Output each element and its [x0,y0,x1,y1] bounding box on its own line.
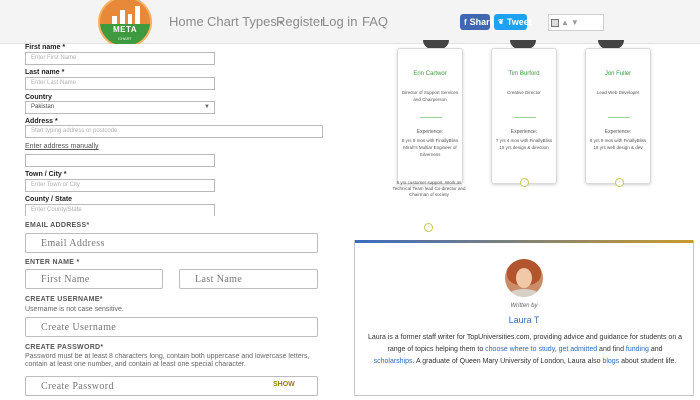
team-member-role: Creative Director [507,90,541,95]
top-navbar: META CHART Home Chart Types ▾ Register Lo… [0,0,700,48]
nav-faq[interactable]: FAQ [362,14,388,29]
address-input[interactable]: Start typing address or postcode [25,125,323,138]
country-value: Pakistan [31,104,55,110]
nav-home[interactable]: Home [169,14,204,29]
email-input[interactable]: Email Address [25,233,318,253]
experience-label: Experience: [510,129,538,135]
experience-text: 6 yrs 9 mos with FinallyBliss 18 yrs web… [589,138,647,150]
author-avatar [505,259,543,297]
first-name-input[interactable]: Enter First Name [25,52,215,65]
address-label: Address * [25,118,58,125]
experience-text: 7 yrs 4 mos with FinallyBliss 15 yrs des… [495,138,553,150]
last-name-label: Last name * [25,69,65,76]
admitted-link[interactable]: get admitted [559,346,598,353]
username-label: CREATE USERNAME* [25,296,103,303]
town-label: Town / City * [25,171,67,178]
toggle-icon[interactable]: ◦ [615,178,624,187]
blogs-link[interactable]: blogs [602,358,619,365]
facebook-icon: f [464,17,467,27]
nav-chart-types[interactable]: Chart Types ▾ [207,14,283,29]
team-member-role: Director of Support Services and Chairpe… [401,90,459,102]
experience-label: Experience: [604,129,632,135]
twitter-bird-icon: ❦ [498,19,504,26]
facebook-share-button[interactable]: f Share [460,14,495,30]
chevron-down-icon: ▼ [204,104,210,110]
country-label: Country [25,94,52,101]
team-member-name: Jon Fuller [604,71,632,77]
last-name-input[interactable]: Enter Last Name [25,77,215,90]
tweet-label: Tweet [506,17,532,27]
nav-login[interactable]: Log in [322,14,357,29]
experience-text: 8 yrs 9 mos with FinallyBliss Mirah's Mu… [401,138,459,157]
scholarships-link[interactable]: scholarships [374,358,413,365]
toggle-icon[interactable]: ◦ [520,178,529,187]
author-bio: Laura is a former staff writer for TopUn… [367,334,683,365]
team-card: Jon Fuller Lead Web Developer Experience… [585,48,651,184]
thumb-up-icon[interactable]: ▲ [561,18,569,27]
logo-chart-icon [112,4,140,24]
first-name-label: First name * [25,44,66,51]
toggle-icon[interactable]: ◦ [424,223,433,232]
team-card: Tim Burford Creative Director Experience… [491,48,557,184]
enter-address-manually-link[interactable]: Enter address manually [25,143,99,150]
name-label: ENTER NAME * [25,259,80,266]
monitor-icon [551,18,559,27]
logo-subtext: CHART [118,36,132,41]
username-input[interactable]: Create Username [25,317,318,337]
team-member-role: Lead Web Developer [596,90,640,95]
show-password-button[interactable]: SHOW [273,381,295,388]
thumb-down-icon[interactable]: ▼ [571,18,579,27]
nav-chart-types-label: Chart Types [207,14,277,29]
study-link[interactable]: choose where to study [485,346,555,353]
password-hint: Password must be at least 8 characters l… [25,353,310,368]
author-card: Written by Laura T Laura is a former sta… [354,240,694,396]
logo-text: META [112,25,138,34]
tweet-button[interactable]: ❦ Tweet [494,14,532,30]
nav-register[interactable]: Register [276,14,324,29]
share-label: Share [469,17,495,27]
username-hint: Username is not case sensitive. [25,306,124,313]
password-label: CREATE PASSWORD* [25,344,104,351]
team-member-name: Erin Cartwor [413,71,447,77]
last-name-field[interactable]: Last Name [179,269,318,289]
site-logo[interactable]: META CHART [98,0,152,48]
team-note: 5 yrs customer support, Work as Technica… [392,180,466,197]
team-member-name: Tim Burford [508,71,540,77]
email-label: EMAIL ADDRESS* [25,222,90,229]
address-form: First name * Enter First Name Last name … [0,44,350,217]
experience-label: Experience: [416,129,444,135]
town-input[interactable]: Enter Town or City [25,179,215,192]
team-card: Erin Cartwor Director of Support Service… [397,48,463,184]
vote-widget[interactable]: ▲ ▼ [548,14,604,31]
author-name-link[interactable]: Laura T [355,315,693,325]
county-label: County / State [25,196,73,203]
written-by-label: Written by [510,303,538,309]
address-line-input[interactable] [25,154,215,167]
first-name-field[interactable]: First Name [25,269,163,289]
funding-link[interactable]: funding [626,346,649,353]
country-select[interactable]: Pakistan ▼ [25,101,215,114]
